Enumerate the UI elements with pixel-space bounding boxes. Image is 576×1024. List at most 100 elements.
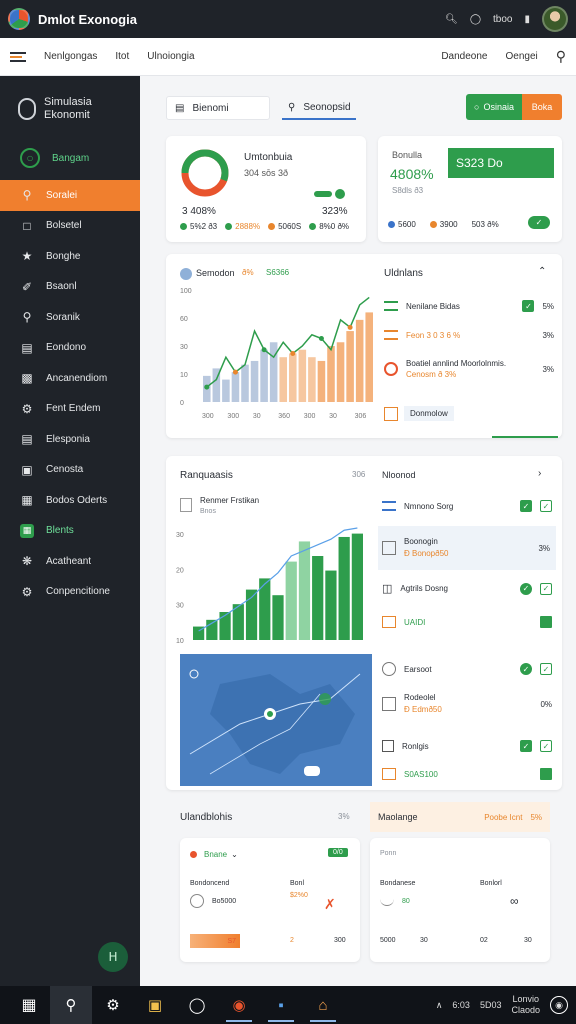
window-icon[interactable]: ▪ (260, 986, 302, 1024)
tag-icon (382, 768, 396, 780)
list-item[interactable]: UAIDI (382, 616, 552, 628)
legend-row[interactable]: Boatiel annlind Moorlolnmis. Cenosm ð 3% … (384, 358, 554, 380)
list-item[interactable]: Rodeolel Ð Edmð50 0% (382, 692, 552, 716)
list-item[interactable]: ◫ Agtrils Dosng ✓ ✓ (382, 582, 552, 595)
sidebar-item-ancanendiom[interactable]: ▩ Ancanendiom (0, 363, 140, 394)
sidebar-item-eondono[interactable]: ▤ Eondono (0, 333, 140, 364)
toggle-badge[interactable] (314, 188, 352, 200)
sidebar-item-bangam[interactable]: ○ Bangam (0, 136, 140, 180)
sidebar-item-conpencitione[interactable]: ⚙ Conpencitione (0, 577, 140, 608)
folder-icon[interactable]: ▣ (134, 986, 176, 1024)
menu-item-right-2[interactable]: Oengei (505, 51, 537, 62)
menu-item-right[interactable]: Dandeone (441, 51, 487, 62)
search-label[interactable]: tboo (493, 14, 512, 25)
bar (336, 342, 345, 402)
tab-bienomi[interactable]: ▤ Bienomi (166, 96, 270, 120)
sidebar-header: Simulasia Ekonomit (0, 76, 140, 136)
sidebar-item-acatheant[interactable]: ❋ Acatheant (0, 546, 140, 577)
menu-item-1[interactable]: Itot (115, 51, 129, 62)
avatar[interactable] (542, 6, 568, 32)
menu-item-0[interactable]: Nenlgongas (44, 51, 97, 62)
list-item[interactable]: Ronlgis ✓ ✓ (382, 740, 552, 752)
list-checkbox[interactable]: ✓ (520, 500, 532, 512)
menu-item-2[interactable]: Ulnoiongia (147, 51, 194, 62)
circle-icon[interactable]: ◯ (176, 986, 218, 1024)
timer-icon[interactable]: ◯ (470, 14, 481, 25)
list-icon (384, 330, 398, 340)
list-checkbox[interactable]: ✓ (520, 740, 532, 752)
sidebar-item-blents[interactable]: ▦ Blents (0, 516, 140, 547)
circle-icon: ○ (474, 102, 480, 112)
expand-button[interactable]: ✓ (528, 216, 550, 229)
target-icon: ○ (20, 148, 40, 168)
sidebar-item-bolsetel[interactable]: □ Bolsetel (0, 211, 140, 242)
list-checkbox[interactable]: ✓ (540, 663, 552, 675)
list-checkbox[interactable] (540, 616, 552, 628)
legend-panel: Uldnlans ⌃ Nenilane Bidas ✓ 5% Feon 3 0 … (380, 254, 562, 438)
bar (269, 342, 278, 402)
x-tick-label: 300 (227, 413, 239, 420)
list-checkbox[interactable]: ✓ (540, 582, 552, 595)
search-icon[interactable]: ⚲ (50, 986, 92, 1024)
boka-button[interactable]: Boka (522, 94, 562, 120)
map-view[interactable] (180, 654, 372, 786)
browser-icon[interactable]: ◉ (218, 986, 260, 1024)
card-subvalue: 304 sōs 3ð (244, 168, 289, 178)
clock[interactable]: Lonvio Claodo (511, 994, 540, 1016)
sidebar-item-soranik[interactable]: ⚲ Soranik (0, 302, 140, 333)
legend-row[interactable]: Nenilane Bidas ✓ 5% (384, 300, 554, 312)
legend-row[interactable]: Feon 3 0 3 6 % 3% (384, 330, 554, 340)
home-icon[interactable]: ⌂ (302, 986, 344, 1024)
sidebar-item-bsaonl[interactable]: ✐ Bsaonl (0, 272, 140, 303)
sidebar-item-cenosta[interactable]: ▣ Cenosta (0, 455, 140, 486)
legend-checkbox[interactable]: ✓ (522, 300, 535, 312)
y-tick-label: 30 (176, 532, 184, 539)
list-checkbox[interactable]: ✓ (520, 582, 532, 595)
document-icon: ▤ (175, 102, 185, 114)
bar (346, 331, 354, 402)
notification-icon[interactable]: ◉ (550, 996, 568, 1014)
menu-icon[interactable] (10, 51, 26, 62)
osinaia-button[interactable]: ○ Osinaia (466, 94, 522, 120)
chevron-right-icon[interactable]: › (538, 468, 541, 479)
list-item-highlight[interactable]: Boonogin Ð Bonopð50 3% (378, 526, 556, 570)
sidebar-item-fent-endem[interactable]: ⚙ Fent Endem (0, 394, 140, 425)
search-icon: ⚲ (22, 310, 32, 325)
start-icon[interactable]: ▦ (8, 986, 50, 1024)
footer-tag[interactable]: Bnane ⌄ (190, 850, 238, 859)
assistant-button[interactable]: ᕼ (98, 942, 128, 972)
settings-icon[interactable]: ⚙ (92, 986, 134, 1024)
list-item[interactable]: S0AS100 (382, 768, 552, 780)
list-item[interactable]: Earsoot ✓ ✓ (382, 662, 552, 676)
list-checkbox[interactable]: ✓ (540, 740, 552, 752)
tab-seonopsid[interactable]: ⚲ Seonopsid (282, 96, 356, 120)
trend-chart: 1006030100300 300 30 360 300 30 306 (180, 288, 373, 420)
list-item[interactable]: Nmnono Sorg ✓ ✓ (382, 500, 552, 512)
bar (308, 357, 316, 402)
highlight-box: S323 Do (448, 148, 554, 178)
list-checkbox[interactable] (540, 768, 552, 780)
left-value: 3 408% (182, 206, 216, 217)
list-checkbox[interactable]: ✓ (520, 663, 532, 675)
chart-error-icon: ✗ (324, 896, 336, 912)
collapse-icon[interactable]: ⌃ (538, 266, 546, 277)
right-value: 323% (322, 206, 348, 217)
chart-badge-2: S6366 (266, 268, 290, 277)
x-tick-label: 300 (304, 413, 316, 420)
footer-right-header: Maolange Poobe Icnt 5% (370, 802, 550, 832)
search-icon[interactable]: 🔍︎ (445, 14, 458, 25)
y-tick-label: 10 (176, 638, 184, 645)
search-icon[interactable]: ⚲ (556, 48, 566, 65)
folder-icon: ▣ (21, 462, 33, 477)
list-checkbox[interactable]: ✓ (540, 500, 552, 512)
legend-row[interactable]: Donmolow (384, 406, 454, 421)
analysis-card: Ranquaasis 306 Renmer Frstikan Bnos 30 20… (166, 456, 562, 790)
sidebar-item-soralei[interactable]: ⚲ Soralei (0, 180, 140, 211)
bar (298, 349, 307, 402)
sidebar-item-bonghe[interactable]: ★ Bonghe (0, 241, 140, 272)
sidebar-item-bodos-oderts[interactable]: ▦ Bodos Oderts (0, 485, 140, 516)
sidebar-item-elesponia[interactable]: ▤ Elesponia (0, 424, 140, 455)
gear-icon: ⚙ (21, 401, 33, 416)
pin-icon[interactable]: ▮ (524, 14, 530, 25)
tray-icon[interactable]: ∧ (436, 1000, 443, 1011)
